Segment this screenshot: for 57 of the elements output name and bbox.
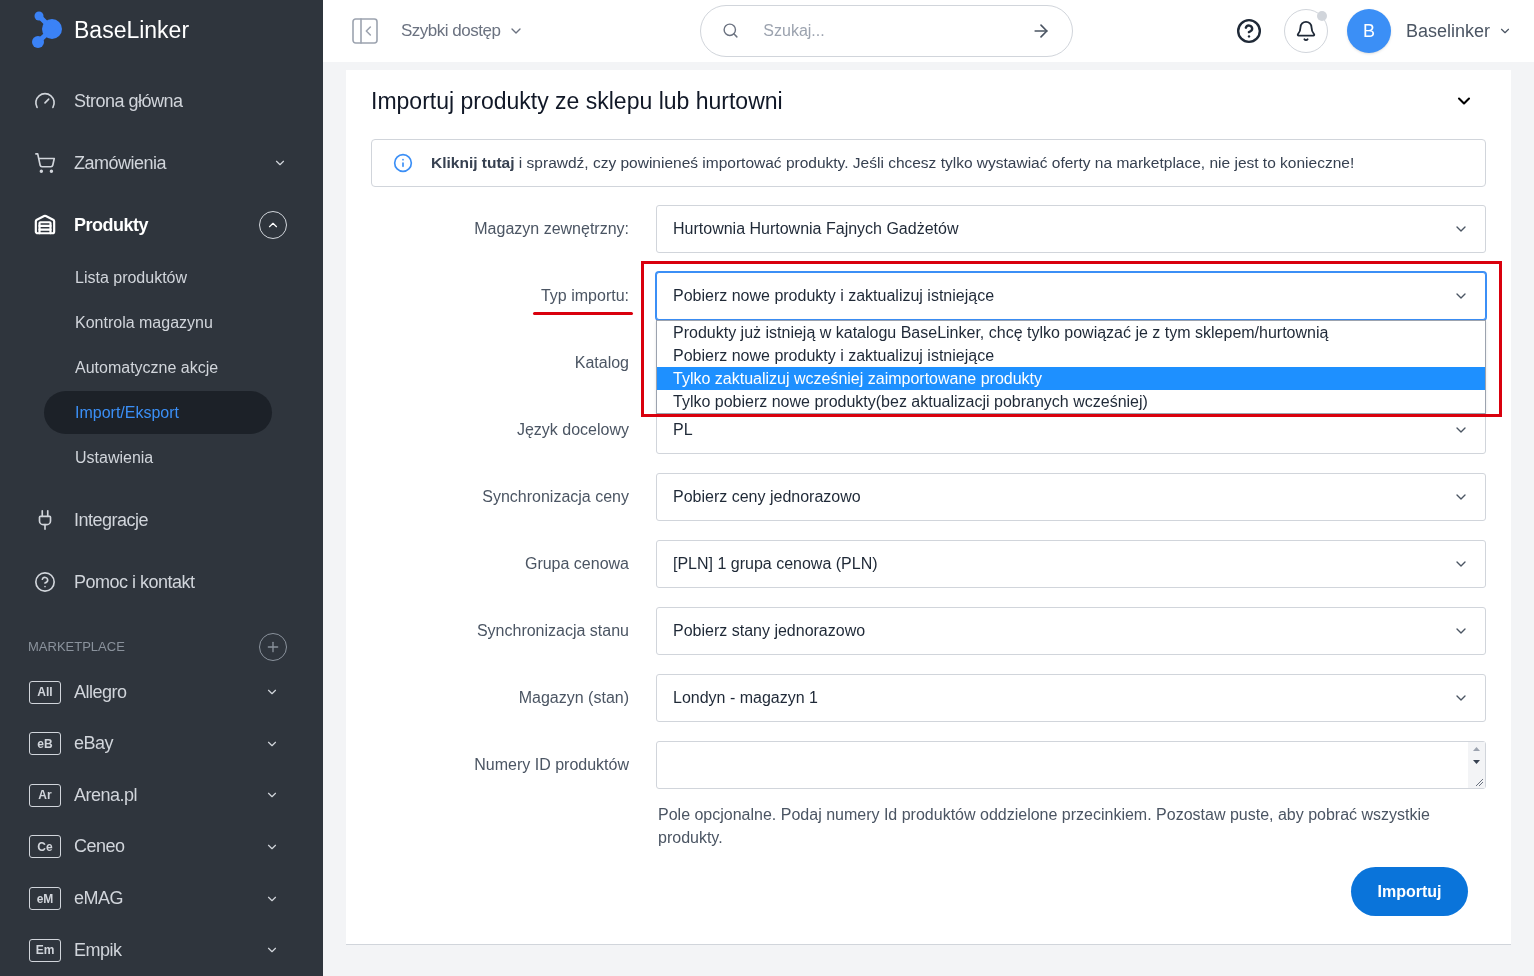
nav-item[interactable]: Zamówienia [0, 132, 323, 195]
nav-item[interactable]: Produkty [0, 194, 323, 257]
submenu-item[interactable]: Import/Eksport [44, 391, 272, 435]
marketplace-item[interactable]: Ar Arena.pl [0, 769, 323, 822]
submenu-item[interactable]: Automatyczne akcje [44, 346, 272, 390]
select-field[interactable]: Londyn - magazyn 1 [656, 674, 1486, 722]
card-title: Importuj produkty ze sklepu lub hurtowni [371, 86, 784, 116]
field-label: Magazyn zewnętrzny: [474, 219, 629, 239]
field-label: Typ importu: [540, 284, 629, 308]
select-field[interactable]: [PLN] 1 grupa cenowa (PLN) [656, 540, 1486, 588]
quick-access-button[interactable]: Szybki dostęp [401, 18, 525, 44]
logo-text: BaseLinker [74, 15, 190, 45]
select-field[interactable]: Pobierz nowe produkty i zaktualizuj istniejące [656, 272, 1486, 320]
nav-item[interactable]: Strona główna [0, 70, 323, 133]
info-icon [393, 153, 413, 173]
nav-item[interactable]: Pomoc i kontakt [0, 551, 323, 614]
field-label: Synchronizacja stanu [476, 621, 629, 641]
marketplace-badge: eM [29, 887, 61, 911]
user-menu-button[interactable]: Baselinker [1405, 17, 1512, 45]
nav-item[interactable]: Integracje [0, 489, 323, 552]
marketplace-item[interactable]: eM eMAG [0, 872, 323, 925]
nav-icon [34, 214, 56, 237]
select-field[interactable]: Pobierz ceny jednorazowo [656, 473, 1486, 521]
field-label: Grupa cenowa [524, 554, 629, 574]
info-text: Kliknij tutaj i sprawdź, czy powinieneś importować produkty. Jeśli chcesz tylko wystawiać oferty na marketplace, nie jest to konieczne! [431, 153, 1355, 174]
search-field[interactable]: Szukaj... [700, 5, 1074, 57]
select-field[interactable]: Pobierz stany jednorazowo [656, 607, 1486, 655]
submenu-item[interactable]: Lista produktów [44, 256, 272, 300]
import-button[interactable]: Importuj [1351, 867, 1468, 916]
scrollbar-drawing [1468, 742, 1485, 788]
marketplace-badge: eB [29, 732, 61, 756]
marketplace-badge: Ce [29, 835, 61, 859]
search-icon [722, 22, 740, 39]
field-label: Numery ID produktów [474, 755, 629, 775]
select-field[interactable]: Hurtownia Hurtownia Fajnych Gadżetów [656, 205, 1486, 253]
marketplace-item[interactable]: eB eBay [0, 717, 323, 770]
nav-icon [34, 571, 56, 594]
submenu-item[interactable]: Kontrola magazynu [44, 301, 272, 345]
marketplace-item[interactable]: All Allegro [0, 666, 323, 718]
section-title: MARKETPLACE [28, 638, 126, 657]
submenu-item[interactable]: Ustawienia [44, 436, 272, 480]
field-label: Język docelowy [516, 420, 629, 440]
field-label: Synchronizacja ceny [482, 487, 629, 507]
dropdown-option[interactable]: Pobierz nowe produkty i zaktualizuj istniejące [657, 344, 1485, 367]
field-label: Magazyn (stan) [518, 688, 629, 708]
marketplace-item[interactable]: Ce Ceneo [0, 821, 323, 873]
bell-icon [1294, 20, 1317, 42]
help-icon[interactable] [1235, 18, 1262, 44]
nav-icon [34, 152, 56, 175]
marketplace-badge: Ar [29, 783, 61, 807]
marketplace-badge: Em [29, 938, 61, 962]
textarea-field[interactable] [656, 741, 1486, 789]
dropdown-option[interactable]: Produkty już istnieją w katalogu BaseLinker, chcę tylko powiązać je z tym sklepem/hurtownią [657, 321, 1485, 344]
marketplace-item[interactable]: Em Empik [0, 924, 323, 976]
marketplace-badge: All [29, 680, 61, 704]
help-text: Pole opcjonalne. Podaj numery Id produktów oddzielone przecinkiem. Pozostaw puste, aby pobrać wszystkie produkty. [658, 805, 1431, 848]
field-label: Katalog [574, 353, 629, 373]
